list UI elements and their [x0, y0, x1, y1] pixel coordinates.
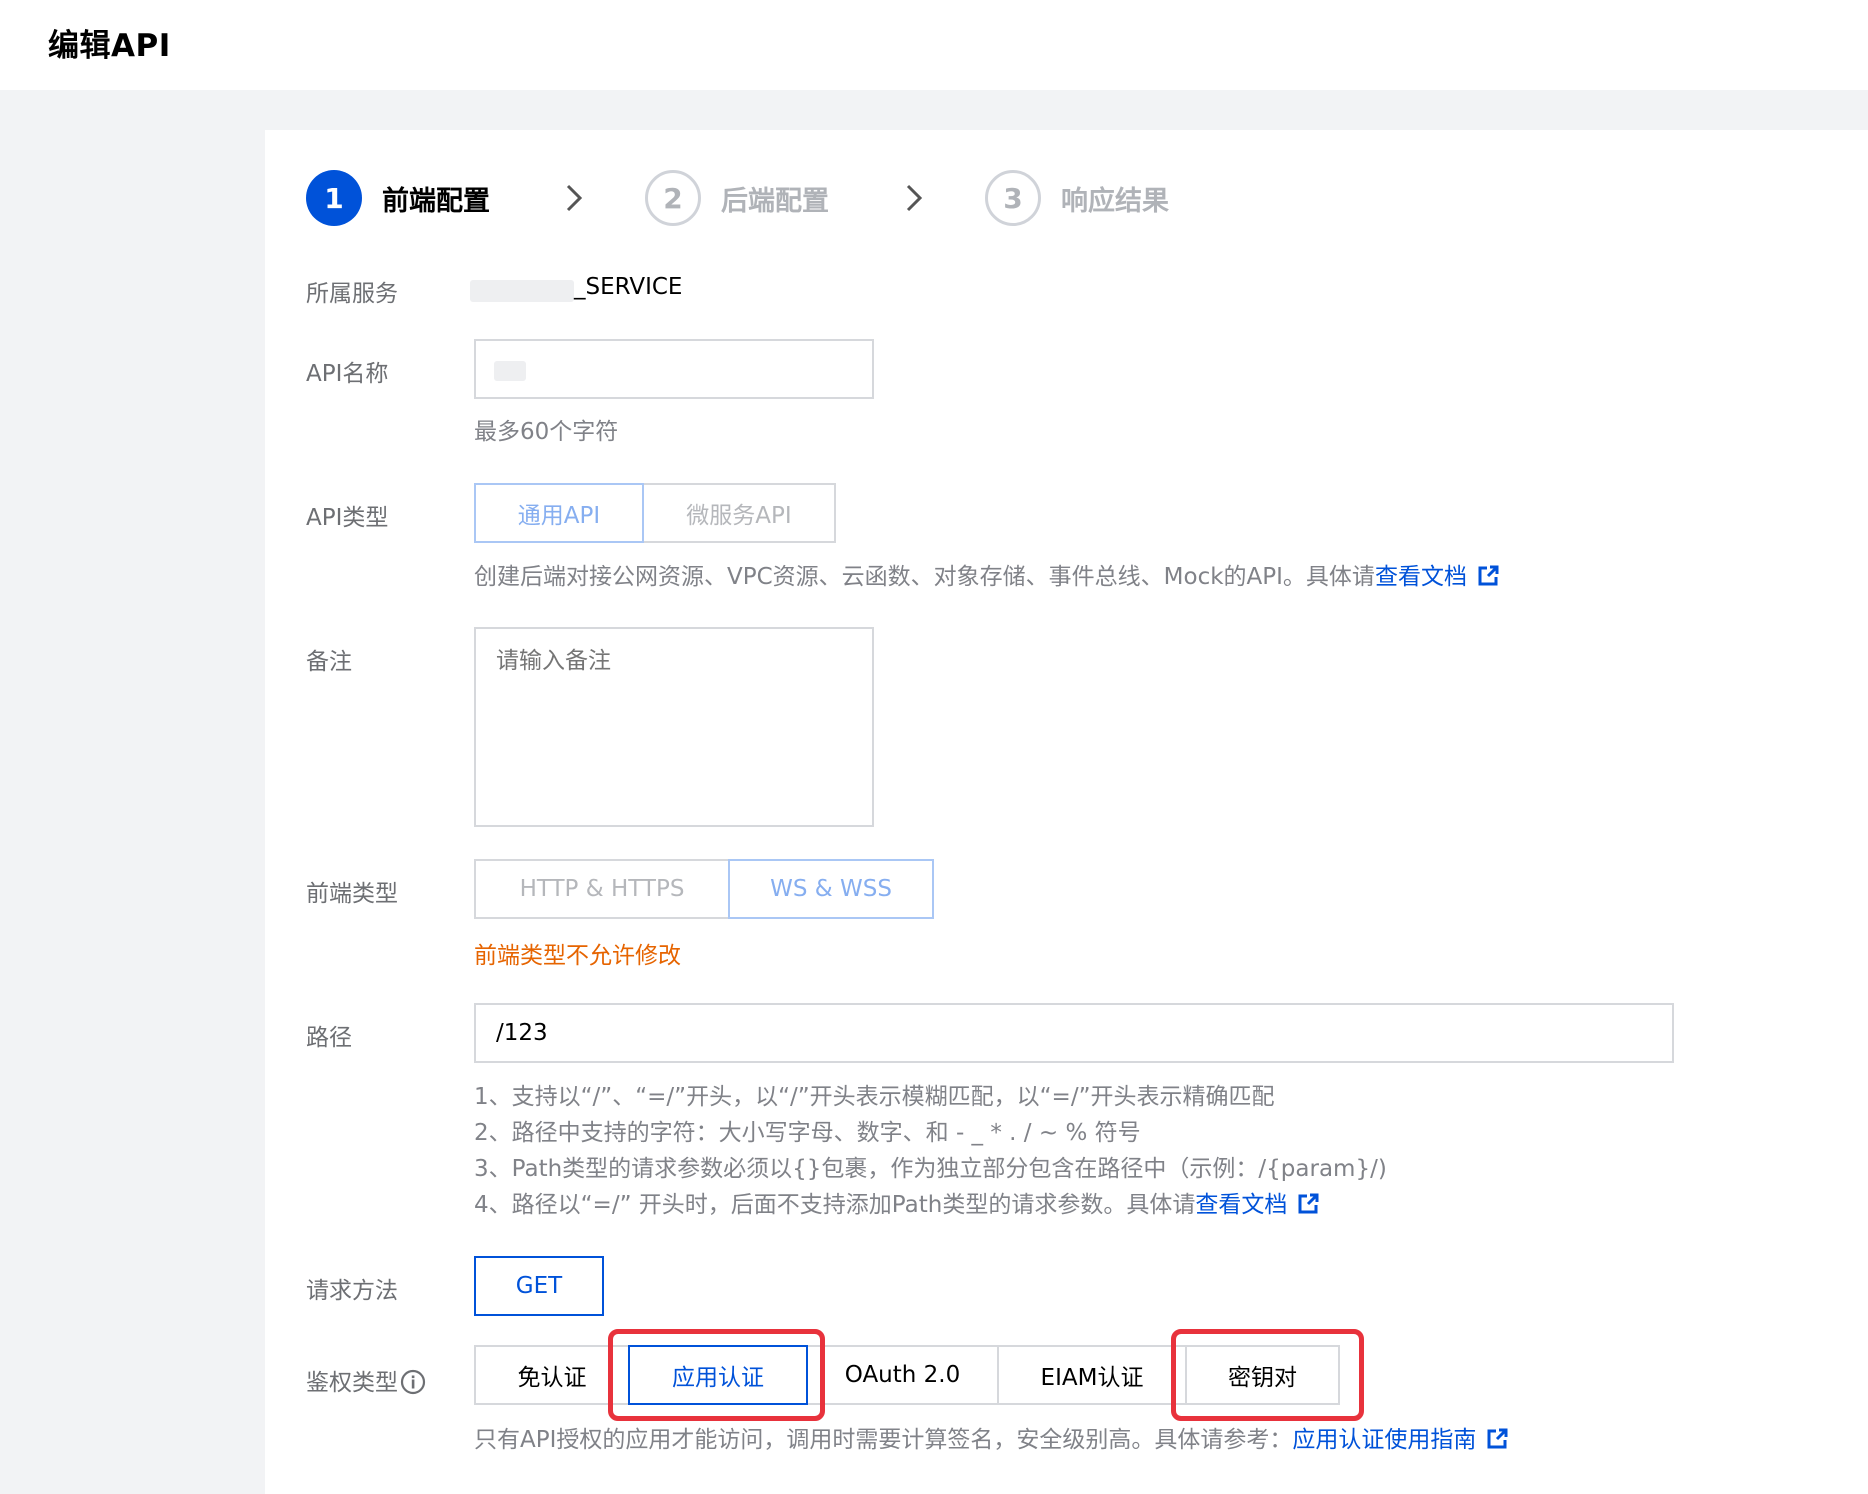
auth-option-oauth[interactable]: OAuth 2.0 — [806, 1345, 999, 1405]
info-icon[interactable] — [400, 1369, 426, 1395]
step-frontend-config[interactable]: 1 前端配置 — [306, 170, 490, 226]
page-title: 编辑API — [48, 28, 171, 64]
auth-option-app[interactable]: 应用认证 — [628, 1345, 808, 1405]
api-type-hint: 创建后端对接公网资源、VPC资源、云函数、对象存储、事件总线、Mock的API。… — [474, 559, 1499, 595]
auth-hint: 只有API授权的应用才能访问，调用时需要计算签名，安全级别高。具体请参考：应用认… — [474, 1422, 1508, 1458]
external-link-icon[interactable] — [1297, 1193, 1319, 1215]
service-value: _SERVICE — [574, 274, 683, 300]
remark-label: 备注 — [306, 649, 352, 675]
step-number-3: 3 — [985, 170, 1041, 226]
step-response-result[interactable]: 3 响应结果 — [985, 170, 1169, 226]
method-label: 请求方法 — [306, 1278, 398, 1304]
external-link-icon[interactable] — [1486, 1428, 1508, 1450]
api-type-hint-text: 创建后端对接公网资源、VPC资源、云函数、对象存储、事件总线、Mock的API。… — [474, 564, 1375, 590]
service-label: 所属服务 — [306, 281, 398, 307]
step-number-2: 2 — [645, 170, 701, 226]
api-type-option-general[interactable]: 通用API — [474, 483, 644, 543]
path-hint-2: 2、路径中支持的字符：大小写字母、数字、和 - _ * . / ~ % 符号 — [474, 1120, 1141, 1146]
frontend-type-option-ws[interactable]: WS & WSS — [728, 859, 934, 919]
auth-option-none[interactable]: 免认证 — [474, 1345, 630, 1405]
api-type-label: API类型 — [306, 505, 389, 531]
path-label: 路径 — [306, 1025, 352, 1051]
step-label-1: 前端配置 — [382, 185, 490, 217]
highlight-box-keypair — [1171, 1329, 1364, 1421]
external-link-icon[interactable] — [1477, 565, 1499, 587]
step-backend-config[interactable]: 2 后端配置 — [645, 170, 829, 226]
remark-textarea[interactable] — [474, 627, 874, 827]
method-get-button[interactable]: GET — [474, 1256, 604, 1316]
step-label-2: 后端配置 — [721, 185, 829, 217]
auth-label: 鉴权类型 — [306, 1363, 426, 1397]
path-hint-4: 4、路径以“=/” 开头时，后面不支持添加Path类型的请求参数。具体请查看文档 — [474, 1187, 1319, 1223]
api-name-label: API名称 — [306, 361, 389, 387]
api-type-option-microservice[interactable]: 微服务API — [642, 483, 836, 543]
step-label-3: 响应结果 — [1061, 185, 1169, 217]
auth-hint-text: 只有API授权的应用才能访问，调用时需要计算签名，安全级别高。具体请参考： — [474, 1427, 1293, 1453]
redacted-area — [470, 280, 574, 302]
api-name-input[interactable] — [474, 339, 874, 399]
frontend-type-label: 前端类型 — [306, 881, 398, 907]
path-doc-link[interactable]: 查看文档 — [1195, 1192, 1287, 1218]
top-bar: 编辑API — [0, 0, 1868, 90]
step-number-1: 1 — [306, 170, 362, 226]
api-type-segmented: 通用API 微服务API — [474, 483, 836, 543]
chevron-right-icon — [906, 184, 923, 212]
auth-label-text: 鉴权类型 — [306, 1370, 398, 1396]
frontend-type-segmented: HTTP & HTTPS WS & WSS — [474, 859, 934, 919]
path-hint-1: 1、支持以“/”、“=/”开头，以“/”开头表示模糊匹配，以“=/”开头表示精确… — [474, 1084, 1275, 1110]
frontend-type-option-http[interactable]: HTTP & HTTPS — [474, 859, 730, 919]
frontend-type-warning: 前端类型不允许修改 — [474, 943, 681, 969]
redacted-area — [494, 361, 526, 381]
api-name-hint: 最多60个字符 — [474, 419, 619, 445]
path-hint-3: 3、Path类型的请求参数必须以{}包裹，作为独立部分包含在路径中（示例：/{p… — [474, 1156, 1387, 1182]
auth-option-eiam[interactable]: EIAM认证 — [997, 1345, 1187, 1405]
path-input[interactable] — [474, 1003, 1674, 1063]
path-hint-4-text: 4、路径以“=/” 开头时，后面不支持添加Path类型的请求参数。具体请 — [474, 1192, 1196, 1218]
auth-guide-link[interactable]: 应用认证使用指南 — [1292, 1427, 1476, 1453]
chevron-right-icon — [566, 184, 583, 212]
api-type-doc-link[interactable]: 查看文档 — [1375, 564, 1467, 590]
